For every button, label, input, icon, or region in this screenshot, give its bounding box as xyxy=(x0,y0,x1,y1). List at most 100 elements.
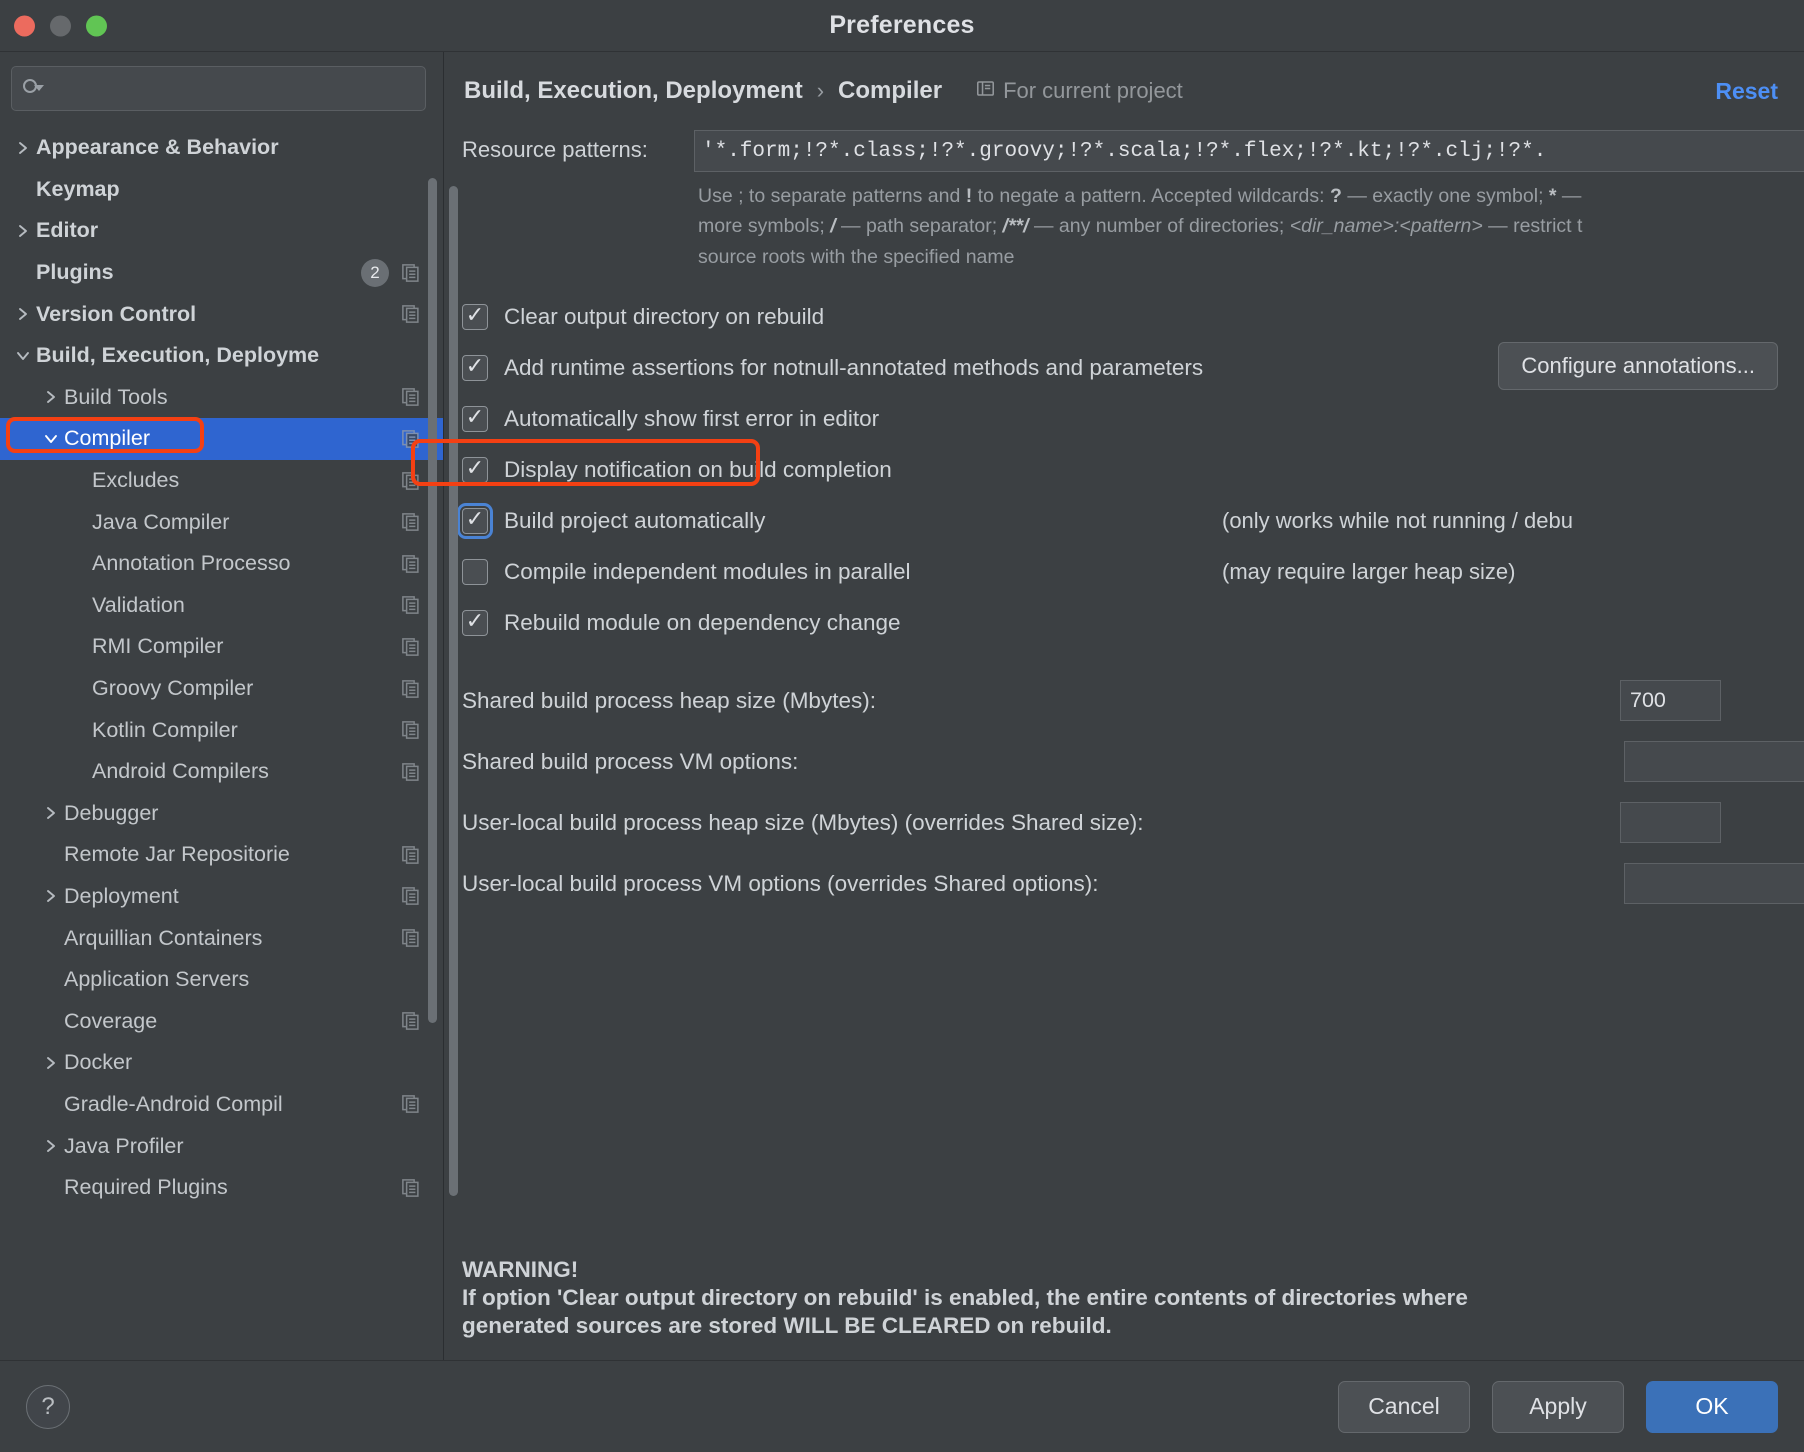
sidebar-item-label: Appearance & Behavior xyxy=(36,135,279,160)
sidebar-item-annotation-processo[interactable]: Annotation Processo xyxy=(0,543,443,585)
chevron-right-icon[interactable] xyxy=(38,805,64,821)
field-input[interactable] xyxy=(1620,802,1721,844)
copy-settings-icon[interactable] xyxy=(401,928,421,948)
sidebar-item-appearance-behavior[interactable]: Appearance & Behavior xyxy=(0,127,443,169)
copy-settings-icon[interactable] xyxy=(401,1011,421,1031)
window-title: Preferences xyxy=(829,11,975,39)
copy-settings-icon[interactable] xyxy=(401,1178,421,1198)
sidebar-item-application-servers[interactable]: Application Servers xyxy=(0,959,443,1001)
sidebar-item-plugins[interactable]: Plugins 2 xyxy=(0,252,443,294)
checkbox-row[interactable]: ✓ Display notification on build completio… xyxy=(462,444,1804,495)
checkbox-checked-icon[interactable]: ✓ xyxy=(457,502,493,539)
copy-settings-icon[interactable] xyxy=(401,595,421,615)
sidebar-scrollbar[interactable] xyxy=(428,178,437,1023)
copy-settings-icon[interactable] xyxy=(401,1094,421,1114)
sidebar-item-label: Compiler xyxy=(64,426,151,451)
chevron-right-icon[interactable] xyxy=(38,888,64,904)
checkbox-row[interactable]: ✓ Clear output directory on rebuild xyxy=(462,291,1804,342)
traffic-lights xyxy=(14,15,107,36)
checkbox-row[interactable]: Compile independent modules in parallel (… xyxy=(462,546,1804,597)
sidebar-item-android-compilers[interactable]: Android Compilers xyxy=(0,751,443,793)
sidebar-item-compiler[interactable]: Compiler xyxy=(0,418,443,460)
cancel-button[interactable]: Cancel xyxy=(1338,1380,1470,1433)
checkbox-row[interactable]: ✓ Add runtime assertions for notnull-anno… xyxy=(462,342,1804,393)
sidebar-item-version-control[interactable]: Version Control xyxy=(0,293,443,335)
sidebar-item-java-profiler[interactable]: Java Profiler xyxy=(0,1125,443,1167)
copy-settings-icon[interactable] xyxy=(401,886,421,906)
sidebar-item-rmi-compiler[interactable]: RMI Compiler xyxy=(0,626,443,668)
chevron-right-icon[interactable] xyxy=(38,389,64,405)
checkbox-label: Display notification on build completion xyxy=(504,456,892,482)
sidebar-item-validation[interactable]: Validation xyxy=(0,585,443,627)
field-input[interactable] xyxy=(1620,680,1721,722)
checkbox-row[interactable]: ✓ Rebuild module on dependency change xyxy=(462,597,1804,648)
zoom-window-button[interactable] xyxy=(86,15,107,36)
sidebar-item-debugger[interactable]: Debugger xyxy=(0,793,443,835)
sidebar-item-required-plugins[interactable]: Required Plugins xyxy=(0,1167,443,1209)
field-input[interactable] xyxy=(1624,741,1804,783)
chevron-right-icon[interactable] xyxy=(10,140,36,156)
checkbox-checked-icon[interactable]: ✓ xyxy=(462,354,488,381)
sidebar-item-remote-jar-repositorie[interactable]: Remote Jar Repositorie xyxy=(0,834,443,876)
sidebar-item-docker[interactable]: Docker xyxy=(0,1042,443,1084)
checkbox-row[interactable]: ✓ Build project automatically (only works … xyxy=(457,495,1804,546)
chevron-right-icon[interactable] xyxy=(38,1055,64,1071)
chevron-down-icon[interactable] xyxy=(10,349,36,363)
settings-tree[interactable]: Appearance & Behavior Keymap Editor Plugins… xyxy=(0,127,443,1360)
sidebar-item-label: Coverage xyxy=(64,1008,158,1033)
search-box[interactable] xyxy=(11,66,426,111)
checkbox-row[interactable]: ✓ Automatically show first error in edito… xyxy=(462,393,1804,444)
copy-settings-icon[interactable] xyxy=(401,512,421,532)
warning-line-2: generated sources are stored WILL BE CLE… xyxy=(462,1312,1112,1338)
sidebar-item-kotlin-compiler[interactable]: Kotlin Compiler xyxy=(0,709,443,751)
chevron-right-icon[interactable] xyxy=(10,306,36,322)
minimize-window-button[interactable] xyxy=(50,15,71,36)
copy-settings-icon[interactable] xyxy=(401,845,421,865)
sidebar-item-label: Version Control xyxy=(36,301,197,326)
content-scrollbar[interactable] xyxy=(449,186,458,1196)
checkbox-label: Clear output directory on rebuild xyxy=(504,303,825,329)
chevron-right-icon[interactable] xyxy=(10,223,36,239)
copy-settings-icon[interactable] xyxy=(401,387,421,407)
sidebar-item-build-tools[interactable]: Build Tools xyxy=(0,377,443,419)
copy-settings-icon[interactable] xyxy=(401,679,421,699)
sidebar-item-editor[interactable]: Editor xyxy=(0,210,443,252)
sidebar-item-arquillian-containers[interactable]: Arquillian Containers xyxy=(0,917,443,959)
sidebar-item-label: Debugger xyxy=(64,800,159,825)
copy-settings-icon[interactable] xyxy=(401,263,421,283)
copy-settings-icon[interactable] xyxy=(401,429,421,449)
sidebar-item-deployment[interactable]: Deployment xyxy=(0,876,443,918)
chevron-down-icon[interactable] xyxy=(38,432,64,446)
warning-title: WARNING! xyxy=(462,1256,579,1282)
help-button[interactable]: ? xyxy=(26,1384,70,1429)
sidebar-item-groovy-compiler[interactable]: Groovy Compiler xyxy=(0,668,443,710)
sidebar-item-keymap[interactable]: Keymap xyxy=(0,169,443,211)
copy-settings-icon[interactable] xyxy=(401,720,421,740)
chevron-right-icon[interactable] xyxy=(38,1138,64,1154)
checkbox-unchecked-icon[interactable] xyxy=(462,558,488,585)
sidebar-item-excludes[interactable]: Excludes xyxy=(0,460,443,502)
sidebar-item-gradle-android-compil[interactable]: Gradle-Android Compil xyxy=(0,1084,443,1126)
sidebar-item-coverage[interactable]: Coverage xyxy=(0,1000,443,1042)
copy-settings-icon[interactable] xyxy=(401,637,421,657)
copy-settings-icon[interactable] xyxy=(401,762,421,782)
breadcrumb-parent[interactable]: Build, Execution, Deployment xyxy=(464,77,803,105)
configure-annotations-button[interactable]: Configure annotations... xyxy=(1498,342,1778,391)
copy-settings-icon[interactable] xyxy=(401,471,421,491)
sidebar-item-java-compiler[interactable]: Java Compiler xyxy=(0,501,443,543)
resource-patterns-label: Resource patterns: xyxy=(462,137,648,162)
resource-patterns-input[interactable] xyxy=(694,130,1804,172)
field-input[interactable] xyxy=(1624,863,1804,905)
reset-link[interactable]: Reset xyxy=(1715,78,1778,105)
close-window-button[interactable] xyxy=(14,15,35,36)
checkbox-checked-icon[interactable]: ✓ xyxy=(462,303,488,330)
apply-button[interactable]: Apply xyxy=(1492,1380,1624,1433)
copy-settings-icon[interactable] xyxy=(401,304,421,324)
checkbox-checked-icon[interactable]: ✓ xyxy=(462,405,488,432)
copy-settings-icon[interactable] xyxy=(401,554,421,574)
ok-button[interactable]: OK xyxy=(1646,1380,1778,1433)
checkbox-checked-icon[interactable]: ✓ xyxy=(462,609,488,636)
checkbox-checked-icon[interactable]: ✓ xyxy=(462,456,488,483)
search-input[interactable] xyxy=(51,77,415,100)
sidebar-item-build-execution-deploym[interactable]: Build, Execution, Deploymе xyxy=(0,335,443,377)
